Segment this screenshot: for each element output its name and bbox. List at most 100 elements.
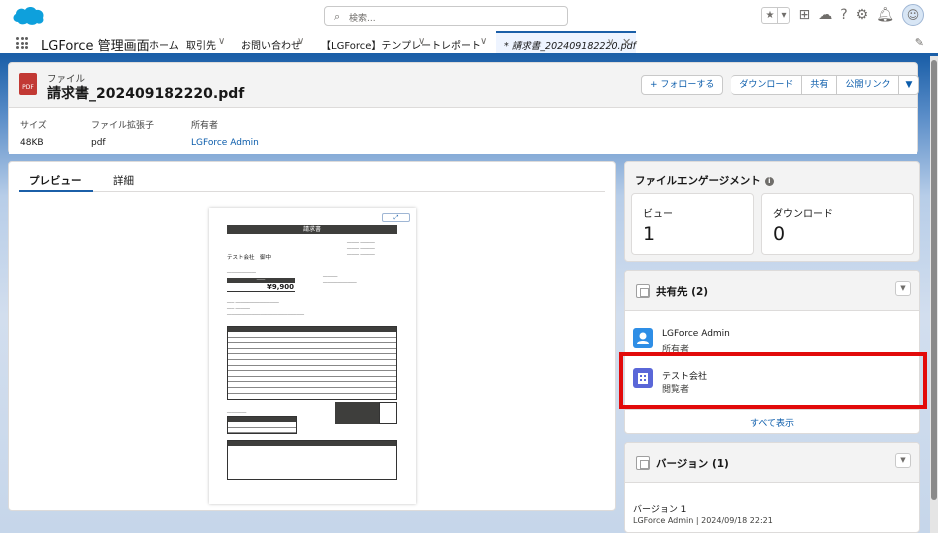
notification-bell-icon[interactable]: 🔔︎ (876, 7, 894, 23)
highlights-panel: サイズ 48KB ファイル拡張子 pdf 所有者 LGForce Admin (9, 108, 917, 154)
info-icon[interactable]: i (764, 177, 774, 186)
record-title: 請求書_202409182220.pdf (47, 86, 245, 102)
notes-box (227, 440, 397, 480)
chevron-down-icon[interactable]: ∨ (607, 37, 614, 48)
add-icon[interactable]: ⊞ (798, 7, 810, 23)
search-icon: ⌕ (334, 10, 341, 23)
doc-text: ───── ────── (347, 252, 375, 257)
versions-title[interactable]: バージョン (1) (656, 456, 729, 471)
field-value: 48KB (20, 138, 44, 148)
page-scrollbar[interactable] (930, 56, 938, 533)
stat-label: ビュー (643, 209, 673, 220)
downloads-stat: ダウンロード 0 (761, 193, 914, 255)
help-icon[interactable]: ? (840, 7, 847, 23)
file-version-icon (636, 456, 650, 470)
close-icon[interactable]: ✕ (622, 36, 631, 49)
star-icon: ★ (765, 9, 775, 21)
doc-text: ──────────── (227, 270, 256, 275)
views-stat: ビュー 1 (631, 193, 754, 255)
doc-text: ─── ────── (227, 306, 250, 311)
show-all-link[interactable]: すべて表示 (625, 416, 919, 429)
more-actions-button[interactable]: ▼ (899, 75, 920, 95)
version-label: バージョン 1 (633, 505, 687, 515)
active-tab-indicator (19, 190, 93, 192)
chevron-down-icon[interactable]: ∨ (480, 36, 487, 47)
doc-text: ─── ────────────────── (227, 300, 279, 305)
field-owner: 所有者 LGForce Admin (191, 118, 259, 148)
record-header-top: PDF ファイル 請求書_202409182220.pdf + フォローする ダ… (9, 63, 920, 108)
file-engagement-card: ファイルエンゲージメント i ビュー 1 ダウンロード 0 (624, 161, 920, 262)
chevron-down-icon: ▼ (905, 80, 913, 90)
doc-text: ───── ────── (347, 240, 375, 245)
pdf-file-icon: PDF (19, 73, 37, 95)
tax-table (227, 416, 297, 434)
totals-values (379, 402, 397, 424)
share-button[interactable]: 共有 (802, 75, 838, 95)
expand-icon[interactable]: ⤢ (382, 213, 410, 222)
active-tab-label: * 請求書_202409182220.pdf (504, 41, 636, 52)
doc-text: ──────────────────────────────── (227, 312, 305, 317)
card-header: バージョン (1) ▼ (625, 443, 919, 483)
nav-item-home[interactable]: ホーム (149, 37, 179, 52)
user-avatar[interactable]: ☺ (902, 4, 924, 26)
chevron-down-icon[interactable]: ∨ (297, 36, 304, 47)
search-placeholder: 検索... (349, 14, 376, 24)
global-header: ⌕ 検索... ★ ▾ ⊞ ☁ ? ⚙ 🔔︎ ☺ (0, 0, 938, 31)
owner-link[interactable]: LGForce Admin (191, 138, 259, 148)
app-launcher-icon[interactable] (16, 37, 28, 49)
field-label: 所有者 (191, 121, 219, 131)
salesforce-logo[interactable] (10, 4, 46, 28)
chevron-down-icon[interactable]: ∨ (218, 36, 225, 47)
highlight-annotation-box (619, 352, 927, 409)
invoice-title: 請求書 (227, 225, 397, 234)
doc-text: ──────── (227, 410, 247, 415)
field-label: サイズ (20, 121, 47, 131)
field-value: pdf (91, 138, 106, 148)
header-utility-icons: ★ ▾ ⊞ ☁ ? ⚙ 🔔︎ ☺ (761, 4, 924, 26)
chevron-down-icon[interactable]: ∨ (418, 36, 425, 47)
doc-text: ────── (323, 274, 338, 279)
nav-item-reports[interactable]: レポート (441, 37, 481, 52)
divider (625, 409, 919, 410)
versions-card: バージョン (1) ▼ バージョン 1 LGForce Admin | 2024… (624, 442, 920, 533)
totals-labels (335, 402, 379, 424)
field-label: ファイル拡張子 (91, 121, 155, 131)
card-header: 共有先 (2) ▼ (625, 271, 919, 311)
tab-details[interactable]: 詳細 (113, 173, 134, 188)
nav-item-inquiries[interactable]: お問い合わせ (241, 37, 301, 52)
pdf-preview-page[interactable]: ⤢ 請求書 ───── ────── ───── ────── ───── ──… (209, 208, 416, 504)
record-header: PDF ファイル 請求書_202409182220.pdf + フォローする ダ… (8, 62, 920, 154)
invoice-client: テスト会社 御中 (227, 255, 272, 261)
nav-item-accounts[interactable]: 取引先 (186, 37, 216, 52)
engagement-title-text: ファイルエンゲージメント (635, 175, 761, 187)
file-share-icon (636, 284, 650, 298)
shared-with-title[interactable]: 共有先 (2) (656, 284, 708, 299)
follow-button[interactable]: + フォローする (641, 75, 724, 95)
global-search-input[interactable]: ⌕ 検索... (324, 6, 568, 26)
version-meta: LGForce Admin | 2024/09/18 22:21 (633, 516, 773, 525)
field-size: サイズ 48KB (20, 118, 47, 148)
invoice-items-table (227, 326, 397, 400)
edit-nav-pencil-icon[interactable]: ✎ (915, 36, 924, 49)
app-name: LGForce 管理画面 (41, 39, 150, 54)
doc-text: ───── ────── (347, 246, 375, 251)
chevron-down-icon: ▾ (777, 7, 789, 23)
engagement-title: ファイルエンゲージメント i (635, 173, 774, 188)
download-button[interactable]: ダウンロード (731, 75, 803, 95)
card-menu-dropdown[interactable]: ▼ (895, 453, 911, 468)
navigation-bar: LGForce 管理画面 ホーム 取引先 ∨ お問い合わせ ∨ 【LGForce… (0, 31, 938, 56)
setup-gear-icon[interactable]: ⚙ (856, 7, 869, 23)
user-icon (633, 328, 653, 348)
field-extension: ファイル拡張子 pdf (91, 118, 154, 148)
trailhead-icon[interactable]: ☁ (818, 7, 832, 23)
invoice-amount-box: ¥9,900 (227, 283, 295, 292)
tab-active-file[interactable]: * 請求書_202409182220.pdf ∨ ✕ (496, 31, 636, 53)
shared-person-name: LGForce Admin (662, 329, 730, 339)
invoice-amount: ¥9,900 (266, 283, 294, 291)
public-link-button[interactable]: 公開リンク (837, 75, 900, 95)
card-menu-dropdown[interactable]: ▼ (895, 281, 911, 296)
favorites-button[interactable]: ★ ▾ (761, 6, 791, 24)
preview-card: プレビュー 詳細 ⤢ 請求書 ───── ────── ───── ──────… (8, 161, 616, 511)
record-actions: + フォローする ダウンロード 共有 公開リンク ▼ (641, 75, 920, 95)
tab-preview[interactable]: プレビュー (29, 173, 82, 188)
